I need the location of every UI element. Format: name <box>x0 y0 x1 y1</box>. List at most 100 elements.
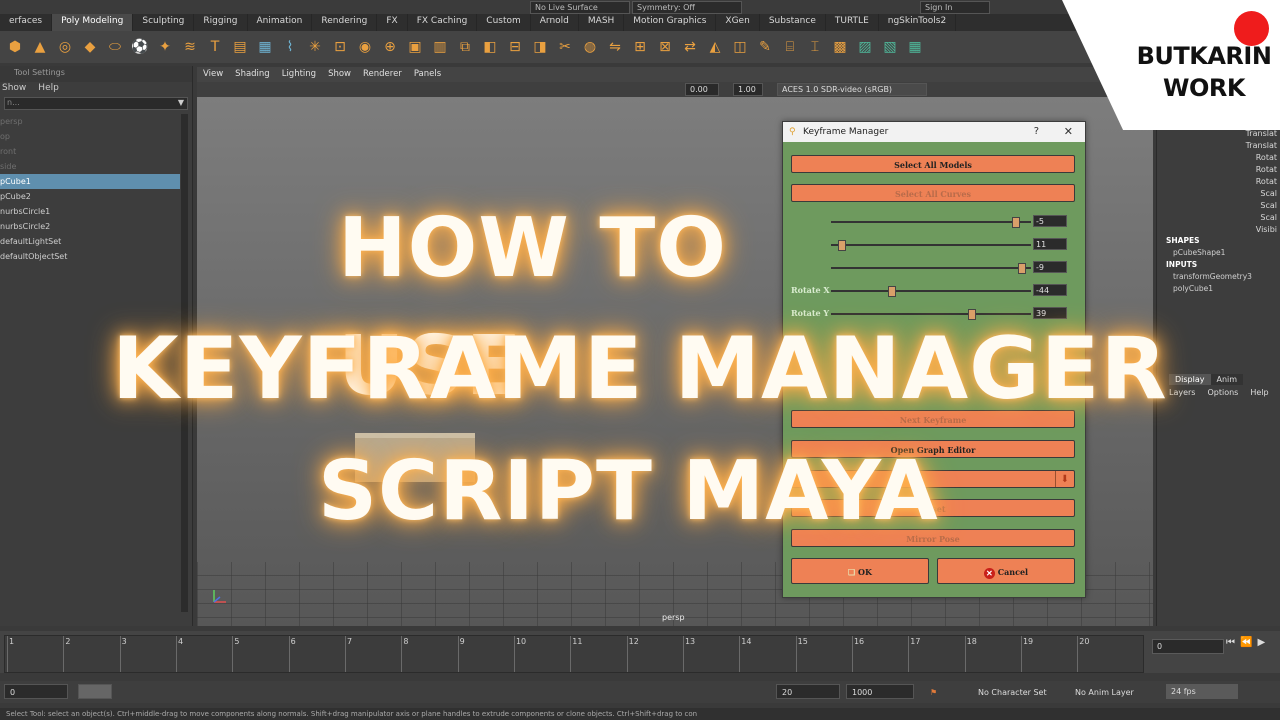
grid-icon[interactable]: ▦ <box>256 38 274 56</box>
outliner-item[interactable]: defaultLightSet <box>0 234 192 249</box>
sign-in-field[interactable]: Sign In <box>920 1 990 14</box>
outliner-item[interactable]: nurbsCircle1 <box>0 204 192 219</box>
character-set-label[interactable]: No Character Set <box>978 688 1047 697</box>
shelf-tab[interactable]: Rigging <box>194 14 248 31</box>
split-icon[interactable]: ⊟ <box>506 38 524 56</box>
knife-icon[interactable]: ✎ <box>756 38 774 56</box>
slider-value-field[interactable]: -44 <box>1033 284 1067 296</box>
disk-icon[interactable]: ⬭ <box>106 38 124 56</box>
uv2-icon[interactable]: ▨ <box>856 38 874 56</box>
slider-value-field[interactable]: 11 <box>1033 238 1067 250</box>
plane-icon[interactable]: ◆ <box>81 38 99 56</box>
uv3-icon[interactable]: ▧ <box>881 38 899 56</box>
outliner-item[interactable]: ront <box>0 144 192 159</box>
go-to-start-icon[interactable]: ⏮ <box>1226 637 1235 648</box>
uv-icon[interactable]: ▩ <box>831 38 849 56</box>
range-start-field[interactable]: 20 <box>776 684 840 699</box>
cone-icon[interactable]: ▲ <box>31 38 49 56</box>
channel-row[interactable]: Visibi <box>1246 224 1277 236</box>
range-end-field[interactable]: 1000 <box>846 684 914 699</box>
menu-view[interactable]: View <box>203 67 223 82</box>
shelf-tab[interactable]: Animation <box>248 14 313 31</box>
shelf-tab[interactable]: XGen <box>716 14 760 31</box>
play-icon[interactable]: ▶ <box>1257 637 1265 648</box>
cancel-button[interactable]: ✕ Cancel <box>937 558 1075 584</box>
channel-row[interactable]: Rotat <box>1246 164 1277 176</box>
help-button[interactable]: ? <box>1034 122 1039 142</box>
shelf-tab[interactable]: ngSkinTools2 <box>879 14 957 31</box>
torus-icon[interactable]: ◎ <box>56 38 74 56</box>
shelf-tab[interactable]: Sculpting <box>133 14 195 31</box>
uv4-icon[interactable]: ▦ <box>906 38 924 56</box>
star-icon[interactable]: ✦ <box>156 38 174 56</box>
current-frame-field[interactable]: 0 <box>1152 639 1224 654</box>
shelf-tab[interactable]: Substance <box>760 14 826 31</box>
fps-select[interactable]: 24 fps <box>1166 684 1238 699</box>
menu-shading[interactable]: Shading <box>235 67 270 82</box>
close-button[interactable]: ✕ <box>1064 122 1073 142</box>
slider-value-field[interactable]: -9 <box>1033 261 1067 273</box>
outliner-item[interactable]: pCube1 <box>0 174 180 189</box>
cut-icon[interactable]: ✂ <box>556 38 574 56</box>
outliner-search-input[interactable]: n... ▼ <box>4 97 188 110</box>
quad-icon[interactable]: ◫ <box>731 38 749 56</box>
channel-row[interactable]: Rotat <box>1246 152 1277 164</box>
bridge2-icon[interactable]: ⌸ <box>781 38 799 56</box>
shelf-tab[interactable]: Motion Graphics <box>624 14 717 31</box>
merge-icon[interactable]: ⊕ <box>381 38 399 56</box>
shelf-tab[interactable]: FX Caching <box>408 14 478 31</box>
target-icon[interactable]: ◉ <box>356 38 374 56</box>
outliner-item[interactable]: pCube2 <box>0 189 192 204</box>
text-icon[interactable]: T <box>206 38 224 56</box>
outliner-item[interactable]: nurbsCircle2 <box>0 219 192 234</box>
colorspace-select[interactable]: ACES 1.0 SDR-video (sRGB) <box>777 83 927 96</box>
bend-icon[interactable]: ⌇ <box>281 38 299 56</box>
character-icon[interactable]: ⚑ <box>930 688 937 697</box>
exposure-field[interactable]: 0.00 <box>685 83 719 96</box>
slider-handle[interactable] <box>1012 217 1020 228</box>
loop-icon[interactable]: ◨ <box>531 38 549 56</box>
bevel-icon[interactable]: ▥ <box>431 38 449 56</box>
outliner-item[interactable]: persp <box>0 114 192 129</box>
outliner-item[interactable]: defaultObjectSet <box>0 249 192 264</box>
triangulate-icon[interactable]: ◭ <box>706 38 724 56</box>
menu-panels[interactable]: Panels <box>414 67 441 82</box>
crease-icon[interactable]: ⌶ <box>806 38 824 56</box>
menu-renderer[interactable]: Renderer <box>363 67 402 82</box>
layer-menu-options[interactable]: Options <box>1207 388 1238 397</box>
fit-icon[interactable]: ⊡ <box>331 38 349 56</box>
menu-show[interactable]: Show <box>328 67 351 82</box>
dialog-titlebar[interactable]: ⚲ Keyframe Manager ? ✕ <box>783 122 1085 142</box>
shelf-tab[interactable]: Rendering <box>312 14 378 31</box>
select-all-models-button[interactable]: Select All Models <box>791 155 1075 173</box>
sphere-icon[interactable]: ⬢ <box>6 38 24 56</box>
tab-anim[interactable]: Anim <box>1210 374 1244 385</box>
mirror-icon[interactable]: ⇋ <box>606 38 624 56</box>
extrude-icon[interactable]: ▣ <box>406 38 424 56</box>
shape-item[interactable]: pCubeShape1 <box>1173 248 1225 257</box>
start-time-field[interactable]: 0 <box>4 684 68 699</box>
step-back-icon[interactable]: ⏪ <box>1240 637 1252 648</box>
menu-lighting[interactable]: Lighting <box>282 67 316 82</box>
input-item[interactable]: transformGeometry3 <box>1173 272 1252 281</box>
fill-icon[interactable]: ◧ <box>481 38 499 56</box>
slider-value-field[interactable]: -5 <box>1033 215 1067 227</box>
shelf-tab[interactable]: erfaces <box>0 14 53 31</box>
shelf-tab[interactable]: Poly Modeling <box>52 14 134 31</box>
chevron-down-icon[interactable]: ▼ <box>178 98 184 107</box>
shelf-tab[interactable]: Arnold <box>531 14 579 31</box>
shelf-tab[interactable]: MASH <box>579 14 625 31</box>
gamma-field[interactable]: 1.00 <box>733 83 763 96</box>
outliner-item[interactable]: op <box>0 129 192 144</box>
anim-layer-label[interactable]: No Anim Layer <box>1075 688 1134 697</box>
input-item[interactable]: polyCube1 <box>1173 284 1213 293</box>
outliner-menu-help[interactable]: Help <box>38 83 59 93</box>
flip-icon[interactable]: ⇄ <box>681 38 699 56</box>
helix-icon[interactable]: ≋ <box>181 38 199 56</box>
shelf-tab[interactable]: FX <box>377 14 408 31</box>
channel-row[interactable]: Translat <box>1246 140 1277 152</box>
outliner-item[interactable]: side <box>0 159 192 174</box>
range-handle[interactable] <box>78 684 112 699</box>
time-slider[interactable]: 1 2 3 4 5 6 7 8 9 10 11 12 13 14 15 16 17 18 19 20 <box>0 631 1146 673</box>
time-slider-track[interactable]: 1 2 3 4 5 6 7 8 9 10 11 12 13 14 15 16 17 18 19 20 <box>4 635 1144 673</box>
